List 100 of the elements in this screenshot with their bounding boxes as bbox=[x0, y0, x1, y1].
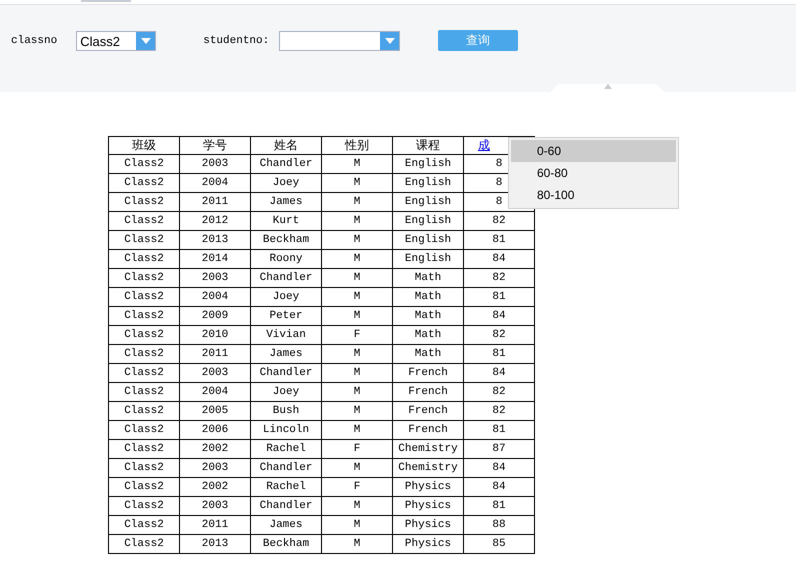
table-cell: 84 bbox=[464, 478, 534, 496]
studentno-select[interactable] bbox=[279, 30, 400, 50]
table-cell: 84 bbox=[464, 306, 534, 326]
table-cell: 82 bbox=[464, 382, 534, 402]
table-cell: 2003 bbox=[180, 268, 250, 288]
classno-select[interactable]: Class2 bbox=[76, 30, 156, 50]
table-cell: Class2 bbox=[108, 364, 180, 382]
table-cell: 84 bbox=[464, 250, 534, 268]
table-cell: Chemistry bbox=[392, 458, 464, 478]
table-cell: 2014 bbox=[180, 250, 250, 268]
table-cell: Math bbox=[392, 268, 464, 288]
table-cell: M bbox=[322, 306, 392, 326]
table-cell: Chandler bbox=[250, 364, 322, 382]
table-cell: Chandler bbox=[250, 496, 322, 516]
table-cell: M bbox=[322, 192, 392, 212]
table-cell: Class2 bbox=[108, 192, 180, 212]
table-cell: 2004 bbox=[180, 174, 250, 192]
table-cell: 2003 bbox=[180, 458, 250, 478]
table-cell: 2003 bbox=[180, 154, 250, 174]
table-cell: English bbox=[392, 154, 464, 174]
table-cell: Vivian bbox=[250, 326, 322, 344]
table-cell: M bbox=[322, 344, 392, 364]
table-cell: Class2 bbox=[108, 440, 180, 458]
table-cell: M bbox=[322, 420, 392, 440]
table-cell: Physics bbox=[392, 478, 464, 496]
table-cell: M bbox=[322, 382, 392, 402]
table-cell: Math bbox=[392, 344, 464, 364]
menu-item[interactable]: 0-60 bbox=[511, 140, 676, 162]
tab-indicator[interactable] bbox=[81, 0, 131, 2]
table-cell: English bbox=[392, 192, 464, 212]
table-cell: M bbox=[322, 402, 392, 420]
table-cell: 2013 bbox=[180, 534, 250, 554]
caret-icon bbox=[140, 38, 151, 44]
table-cell: Class2 bbox=[108, 534, 180, 554]
table-cell: Chandler bbox=[250, 458, 322, 478]
table-cell: Joey bbox=[250, 288, 322, 306]
table-cell: Physics bbox=[392, 496, 464, 516]
column-header: 课程 bbox=[392, 136, 464, 154]
table-cell: M bbox=[322, 458, 392, 478]
studentno-label: studentno: bbox=[203, 34, 270, 46]
table-cell: French bbox=[392, 402, 464, 420]
column-header: 学号 bbox=[180, 136, 250, 154]
table-cell: Class2 bbox=[108, 154, 180, 174]
table-cell: 82 bbox=[464, 402, 534, 420]
table-cell: M bbox=[322, 212, 392, 230]
table-cell: Peter bbox=[250, 306, 322, 326]
table-cell: 2011 bbox=[180, 192, 250, 212]
table-cell: 2002 bbox=[180, 440, 250, 458]
table-cell: 2004 bbox=[180, 382, 250, 402]
table-cell: Math bbox=[392, 326, 464, 344]
table-cell: F bbox=[322, 478, 392, 496]
table-cell: Lincoln bbox=[250, 420, 322, 440]
table-cell: English bbox=[392, 212, 464, 230]
table-cell: 82 bbox=[464, 268, 534, 288]
table-cell: M bbox=[322, 516, 392, 534]
table-cell: Joey bbox=[250, 174, 322, 192]
table-cell: James bbox=[250, 192, 322, 212]
table-cell: James bbox=[250, 516, 322, 534]
table-cell: Class2 bbox=[108, 382, 180, 402]
table-cell: 81 bbox=[464, 420, 534, 440]
table-cell: 81 bbox=[464, 230, 534, 250]
table-cell: Class2 bbox=[108, 478, 180, 496]
table-cell: 81 bbox=[464, 288, 534, 306]
table-cell: Rachel bbox=[250, 478, 322, 496]
table-cell: Chandler bbox=[250, 268, 322, 288]
table-cell: Chemistry bbox=[392, 440, 464, 458]
table-cell: Class2 bbox=[108, 250, 180, 268]
table-cell: 82 bbox=[464, 326, 534, 344]
table-cell: 2002 bbox=[180, 478, 250, 496]
column-header: 性别 bbox=[322, 136, 392, 154]
table-cell: Class2 bbox=[108, 326, 180, 344]
table-cell: Physics bbox=[392, 516, 464, 534]
table-cell: M bbox=[322, 288, 392, 306]
table-cell: M bbox=[322, 496, 392, 516]
table-cell: English bbox=[392, 230, 464, 250]
table-cell: Class2 bbox=[108, 496, 180, 516]
table-cell: 84 bbox=[464, 458, 534, 478]
table-cell: M bbox=[322, 174, 392, 192]
table-cell: 81 bbox=[464, 344, 534, 364]
table-cell: 84 bbox=[464, 364, 534, 382]
table-cell: Class2 bbox=[108, 458, 180, 478]
table-cell: Class2 bbox=[108, 268, 180, 288]
table-cell: Roony bbox=[250, 250, 322, 268]
table-cell: Chandler bbox=[250, 154, 322, 174]
column-header: 姓名 bbox=[250, 136, 322, 154]
table-cell: M bbox=[322, 250, 392, 268]
table-cell: French bbox=[392, 364, 464, 382]
column-header: 班级 bbox=[108, 136, 180, 154]
table-cell: James bbox=[250, 344, 322, 364]
table-cell: Math bbox=[392, 288, 464, 306]
table-cell: 2005 bbox=[180, 402, 250, 420]
table-cell: Math bbox=[392, 306, 464, 326]
table-cell: M bbox=[322, 230, 392, 250]
table-cell: Class2 bbox=[108, 420, 180, 440]
table-cell: 82 bbox=[464, 212, 534, 230]
table-cell: Class2 bbox=[108, 230, 180, 250]
table-cell: French bbox=[392, 420, 464, 440]
table-cell: 2012 bbox=[180, 212, 250, 230]
table-cell: 81 bbox=[464, 496, 534, 516]
table-cell: Class2 bbox=[108, 516, 180, 534]
